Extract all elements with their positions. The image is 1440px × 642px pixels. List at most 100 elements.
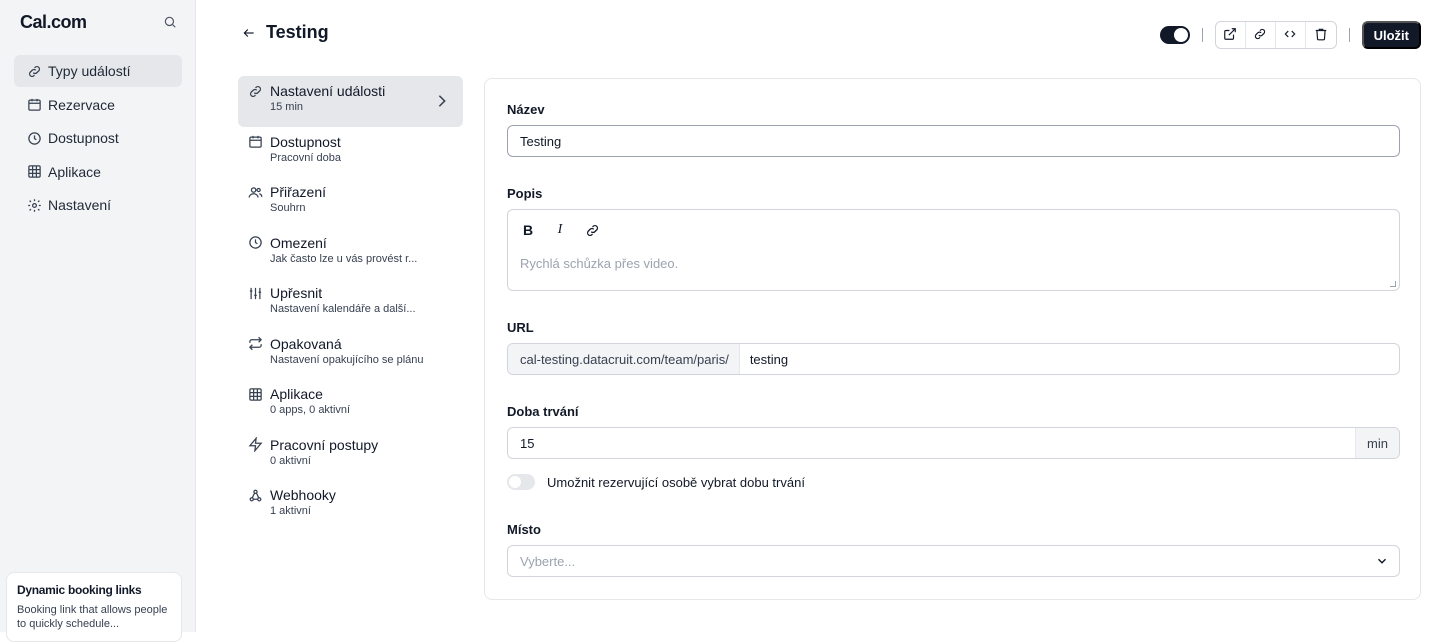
trash-icon — [1314, 27, 1328, 44]
main-nav: Typy událostí Rezervace Dostupnost Aplik… — [14, 55, 182, 223]
tab-title: Pracovní postupy — [270, 436, 379, 453]
url-field[interactable]: cal-testing.datacruit.com/team/paris/ te… — [507, 343, 1400, 375]
location-label: Místo — [507, 522, 541, 537]
duration-label: Doba trvání — [507, 404, 579, 419]
divider — [1201, 28, 1203, 42]
chevron-right-icon — [437, 94, 449, 108]
description-editor[interactable]: B I Rychlá schůzka přes video. — [507, 209, 1400, 291]
tab-subtitle: Pracovní doba — [270, 151, 341, 164]
tab-title: Omezení — [270, 234, 327, 251]
tab-title: Upřesnit — [270, 285, 323, 301]
location-placeholder: Vyberte... — [520, 553, 576, 569]
link-icon — [248, 83, 264, 99]
duration-input[interactable]: 15 — [508, 428, 1355, 458]
tab-workflows[interactable]: Pracovní postupy 0 aktivní — [238, 430, 463, 481]
tab-advanced[interactable]: Upřesnit Nastavení kalendáře a další... — [238, 278, 463, 329]
external-link-icon — [1223, 27, 1237, 44]
sliders-icon — [248, 285, 264, 301]
zap-icon — [248, 437, 264, 453]
copy-link-button[interactable] — [1246, 22, 1276, 48]
tab-title: Nastavení události — [270, 83, 386, 99]
bold-button[interactable]: B — [520, 222, 536, 238]
tab-availability[interactable]: Dostupnost Pracovní doba — [238, 127, 463, 178]
url-prefix: cal-testing.datacruit.com/team/paris/ — [508, 344, 740, 374]
arrow-left-icon[interactable] — [242, 25, 258, 41]
resize-handle-icon[interactable] — [1390, 281, 1396, 287]
page-header: Testing — [242, 22, 329, 43]
chevron-down-icon — [1375, 554, 1389, 568]
webhook-icon — [248, 487, 264, 503]
grid-icon — [26, 164, 42, 180]
link-icon — [1253, 27, 1267, 44]
tab-webhooks[interactable]: Webhooky 1 aktivní — [238, 480, 463, 531]
divider — [1348, 28, 1350, 42]
tab-apps[interactable]: Aplikace 0 apps, 0 aktivní — [238, 379, 463, 430]
tab-recurring[interactable]: Opakovaná Nastavení opakujícího se plánu — [238, 329, 463, 380]
duration-choice-row: Umožnit rezervující osobě vybrat dobu tr… — [507, 474, 805, 490]
tab-assignment[interactable]: Přiřazení Souhrn — [238, 177, 463, 228]
embed-button[interactable] — [1276, 22, 1306, 48]
users-icon — [248, 184, 264, 200]
tab-subtitle: Jak často lze u vás provést r... — [270, 252, 418, 265]
duration-choice-toggle[interactable] — [507, 474, 535, 490]
url-label: URL — [507, 320, 534, 335]
description-placeholder: Rychlá schůzka přes video. — [520, 256, 679, 271]
event-setup-form: Název Testing Popis B I Rychlá schůzka p… — [484, 78, 1421, 600]
name-input-value: Testing — [520, 133, 562, 149]
url-slug-input[interactable]: testing — [740, 344, 788, 374]
sidebar-item-label: Nastavení — [48, 197, 112, 213]
tab-title: Dostupnost — [270, 133, 341, 150]
clock-icon — [248, 235, 264, 251]
tab-subtitle: 1 aktivní — [270, 505, 311, 517]
location-select[interactable]: Vyberte... — [507, 545, 1400, 577]
tab-event-setup[interactable]: Nastavení události 15 min — [238, 76, 463, 127]
preview-button[interactable] — [1216, 22, 1246, 48]
tab-subtitle: 0 aktivní — [270, 454, 311, 467]
clock-icon — [26, 130, 42, 146]
duration-field[interactable]: 15 min — [507, 427, 1400, 459]
brand-row: Cal.com — [20, 10, 180, 34]
tab-title: Webhooky — [270, 487, 336, 503]
tab-subtitle: 0 apps, 0 aktivní — [270, 404, 351, 416]
name-input[interactable]: Testing — [507, 125, 1400, 157]
duration-unit: min — [1355, 428, 1399, 458]
page-title: Testing — [266, 22, 329, 42]
tab-title: Aplikace — [270, 386, 323, 402]
sidebar-item-label: Aplikace — [48, 163, 101, 180]
calendar-icon — [26, 97, 42, 113]
hidden-toggle[interactable] — [1159, 26, 1190, 44]
tab-subtitle: Souhrn — [270, 202, 306, 214]
grid-icon — [248, 386, 264, 402]
sidebar-item-settings[interactable]: Nastavení — [14, 189, 182, 221]
tab-subtitle: 15 min — [270, 101, 304, 113]
tab-title: Opakovaná — [270, 335, 342, 352]
sidebar-item-apps[interactable]: Aplikace — [14, 156, 182, 188]
save-button[interactable]: Uložit — [1361, 21, 1421, 49]
sidebar-item-bookings[interactable]: Rezervace — [14, 89, 182, 121]
code-icon — [1283, 27, 1297, 44]
link-icon[interactable] — [584, 222, 600, 238]
sidebar-item-event-types[interactable]: Typy událostí — [14, 55, 182, 87]
description-label: Popis — [507, 186, 543, 201]
brand-logo[interactable]: Cal.com — [20, 12, 87, 33]
tab-subtitle: Nastavení kalendáře a další... — [270, 303, 416, 315]
repeat-icon — [248, 336, 264, 352]
editor-toolbar: B I — [520, 222, 616, 238]
name-label: Název — [507, 102, 545, 117]
event-settings-nav: Nastavení události 15 min Dostupnost Pra… — [238, 76, 463, 531]
sidebar-item-availability[interactable]: Dostupnost — [14, 122, 182, 154]
action-button-group — [1214, 21, 1337, 49]
gear-icon — [26, 197, 42, 213]
tab-limits[interactable]: Omezení Jak často lze u vás provést r... — [238, 228, 463, 279]
promo-title: Dynamic booking links — [17, 583, 142, 597]
duration-choice-label: Umožnit rezervující osobě vybrat dobu tr… — [547, 474, 805, 490]
calendar-icon — [248, 134, 264, 150]
italic-button[interactable]: I — [552, 222, 568, 238]
search-icon[interactable] — [160, 12, 180, 32]
delete-button[interactable] — [1306, 22, 1336, 48]
tab-subtitle: Nastavení opakujícího se plánu — [270, 353, 424, 366]
sidebar-item-label: Typy událostí — [48, 63, 131, 79]
link-icon — [26, 63, 42, 79]
sidebar-item-label: Dostupnost — [48, 130, 119, 146]
tab-title: Přiřazení — [270, 184, 327, 200]
